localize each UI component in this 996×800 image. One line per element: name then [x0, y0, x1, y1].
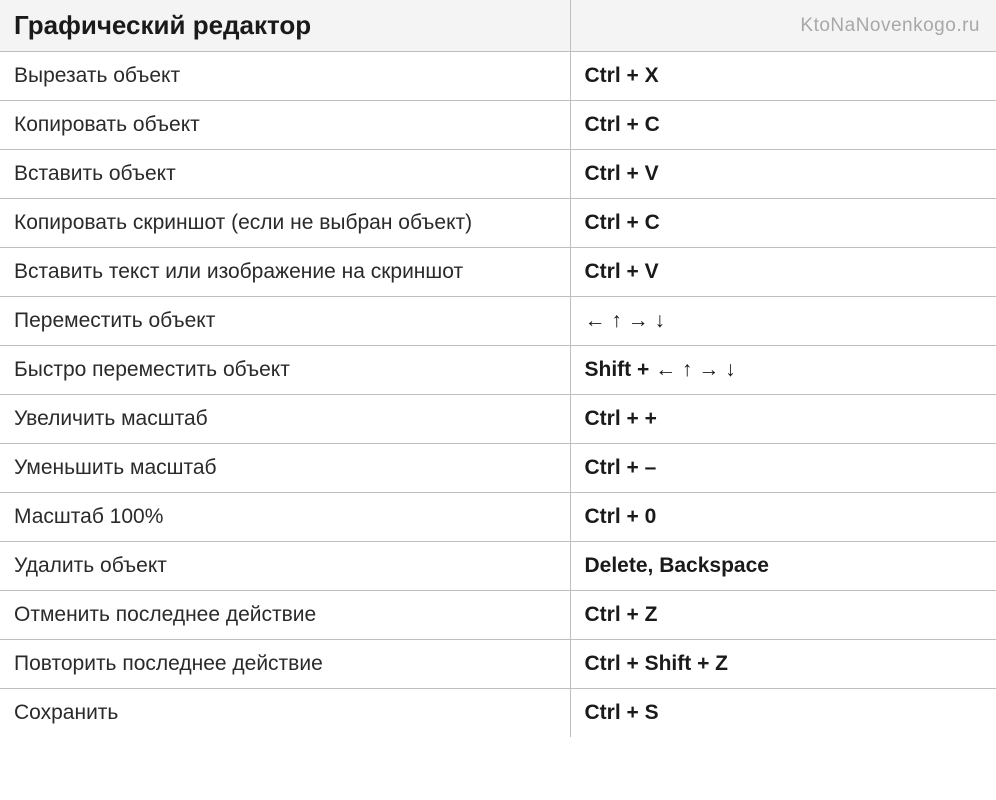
shortcut-cell: Ctrl + 0 — [570, 493, 996, 542]
shortcut-cell: Ctrl + V — [570, 150, 996, 199]
table-row: Уменьшить масштаб Ctrl + – — [0, 444, 996, 493]
shortcut-cell: Ctrl + + — [570, 395, 996, 444]
table-row: Отменить последнее действие Ctrl + Z — [0, 591, 996, 640]
shortcut-cell: Ctrl + Shift + Z — [570, 640, 996, 689]
action-cell: Повторить последнее действие — [0, 640, 570, 689]
action-cell: Масштаб 100% — [0, 493, 570, 542]
action-cell: Уменьшить масштаб — [0, 444, 570, 493]
table-row: Удалить объект Delete, Backspace — [0, 542, 996, 591]
action-cell: Копировать скриншот (если не выбран объе… — [0, 199, 570, 248]
table-row: Вставить текст или изображение на скринш… — [0, 248, 996, 297]
shortcuts-table: Графический редактор KtoNaNovenkogo.ru В… — [0, 0, 996, 737]
table-row: Вставить объект Ctrl + V — [0, 150, 996, 199]
action-cell: Удалить объект — [0, 542, 570, 591]
action-cell: Копировать объект — [0, 101, 570, 150]
table-row: Увеличить масштаб Ctrl + + — [0, 395, 996, 444]
shortcut-cell: Ctrl + C — [570, 199, 996, 248]
action-cell: Увеличить масштаб — [0, 395, 570, 444]
shortcut-cell: Ctrl + V — [570, 248, 996, 297]
table-row: Копировать скриншот (если не выбран объе… — [0, 199, 996, 248]
shortcut-cell: ← ↑ → ↓ — [570, 297, 996, 346]
shortcut-cell: Ctrl + S — [570, 689, 996, 738]
watermark: KtoNaNovenkogo.ru — [570, 0, 996, 52]
action-cell: Вырезать объект — [0, 52, 570, 101]
table-row: Масштаб 100% Ctrl + 0 — [0, 493, 996, 542]
action-cell: Переместить объект — [0, 297, 570, 346]
shortcut-cell: Delete, Backspace — [570, 542, 996, 591]
shortcut-cell: Ctrl + Z — [570, 591, 996, 640]
table-header-title: Графический редактор — [0, 0, 570, 52]
table-row: Сохранить Ctrl + S — [0, 689, 996, 738]
action-cell: Отменить последнее действие — [0, 591, 570, 640]
action-cell: Сохранить — [0, 689, 570, 738]
table-row: Повторить последнее действие Ctrl + Shif… — [0, 640, 996, 689]
shortcut-cell: Shift + ← ↑ → ↓ — [570, 346, 996, 395]
shortcut-cell: Ctrl + – — [570, 444, 996, 493]
action-cell: Вставить объект — [0, 150, 570, 199]
table-row: Переместить объект ← ↑ → ↓ — [0, 297, 996, 346]
shortcut-cell: Ctrl + C — [570, 101, 996, 150]
table-row: Копировать объект Ctrl + C — [0, 101, 996, 150]
table-row: Вырезать объект Ctrl + X — [0, 52, 996, 101]
shortcut-cell: Ctrl + X — [570, 52, 996, 101]
action-cell: Вставить текст или изображение на скринш… — [0, 248, 570, 297]
action-cell: Быстро переместить объект — [0, 346, 570, 395]
table-row: Быстро переместить объект Shift + ← ↑ → … — [0, 346, 996, 395]
